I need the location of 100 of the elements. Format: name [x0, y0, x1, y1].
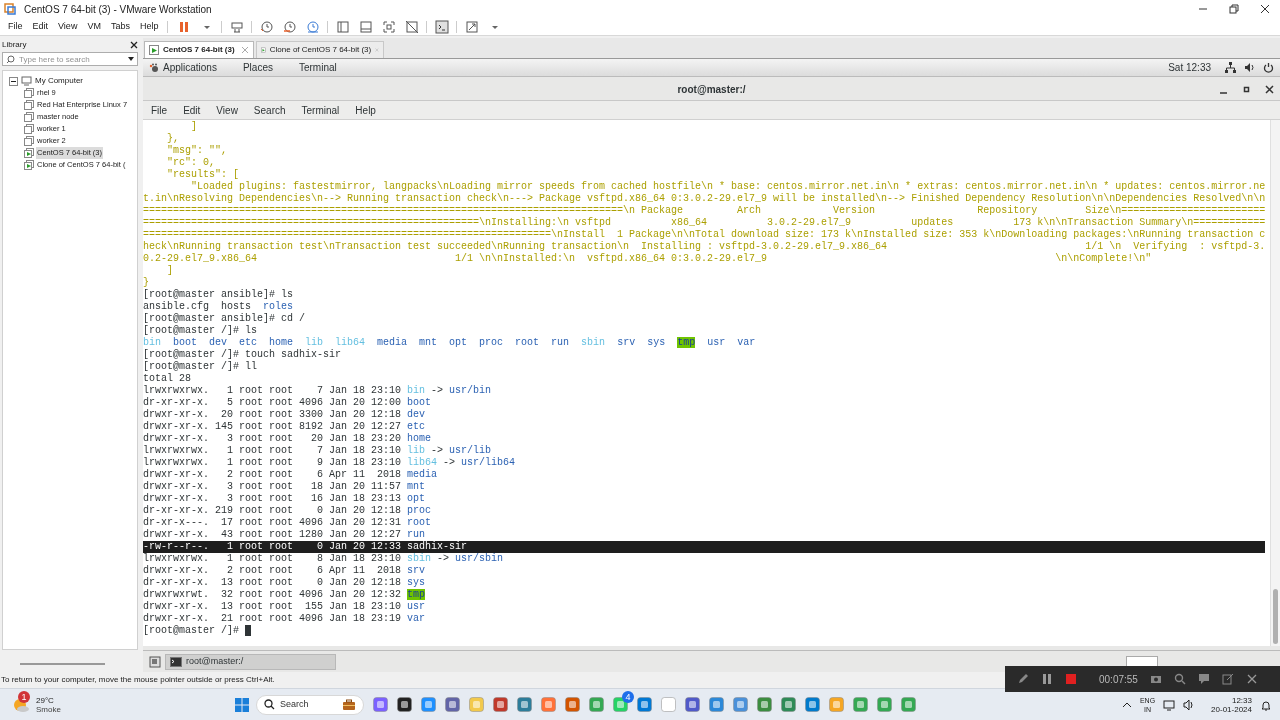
vm-tab[interactable]: CentOS 7 64-bit (3) [144, 41, 254, 58]
terminal-line: drwxrwxrwt. 32 root root 4096 Jan 20 12:32 tmp [143, 589, 426, 601]
snapshot-icon[interactable] [259, 19, 274, 34]
menu-item[interactable]: Tabs [106, 19, 134, 34]
thumbnail-view-icon[interactable] [358, 19, 373, 34]
tree-item[interactable]: My Computer [35, 75, 83, 87]
terminal-line: drwxr-xr-x. 21 root root 4096 Jan 18 23:19 var [143, 613, 426, 625]
terminal-line: ================================================================================\n Package Arch Version Repository Size\n======================== [143, 205, 1266, 217]
horizontal-scrollbar[interactable] [20, 663, 105, 665]
terminal-line: lrwxrwxrwx. 1 root root 7 Jan 18 23:10 bin -> usr/bin [143, 385, 492, 397]
terminal-line: "msg": "", [166, 145, 227, 157]
notification-badge: 4 [622, 691, 634, 703]
terminal-line: drwxr-xr-x. 2 root root 6 Apr 11 2018 media [143, 469, 438, 481]
terminal-line: ansible.cfg hosts roles [143, 301, 294, 313]
window-title: root@master:/ [677, 83, 746, 97]
show-desktop-icon[interactable] [149, 655, 161, 668]
close-icon[interactable] [1265, 85, 1274, 94]
terminal-line: [root@master /]# ls [143, 325, 258, 337]
panel-title: Library [2, 39, 27, 51]
power-icon[interactable] [1263, 62, 1274, 73]
clock-date[interactable]: 20-01-2024 [1211, 704, 1252, 714]
menu-item[interactable]: View [54, 19, 82, 34]
stop-icon[interactable] [1065, 673, 1077, 685]
menu-item[interactable]: File [4, 19, 27, 34]
taskbar-button[interactable]: root@master:/ [165, 653, 336, 670]
menu-item[interactable]: Help [351, 102, 380, 118]
terminal-line: heck\nRunning transaction test\nTransaction test succeeded\nRunning transaction\n Installing : vsftpd-3.0.2-29.el7_9.x86_64 1/1 \n Verifying : vsftpd-3. [143, 241, 1266, 253]
zoom-icon[interactable] [1173, 673, 1186, 685]
terminal-line: drwxr-xr-x. 13 root root 155 Jan 18 23:10 usr [143, 601, 426, 613]
restore-icon[interactable] [1228, 4, 1239, 14]
terminal-line: drwxr-xr-x. 43 root root 1280 Jan 20 12:27 run [143, 529, 426, 541]
maximize-icon[interactable] [1242, 85, 1251, 94]
workspace-indicator[interactable] [1126, 655, 1158, 668]
edit-icon[interactable] [1221, 673, 1234, 685]
comment-icon[interactable] [1197, 673, 1210, 685]
search-field[interactable]: Type here to search [2, 52, 138, 66]
display-icon[interactable] [1163, 698, 1176, 711]
clock[interactable]: Sat 12:33 [1168, 60, 1211, 75]
weather-text: Smoke [36, 704, 61, 714]
status-text: To return to your computer, move the mouse pointer outside or press Ctrl+Alt. [1, 674, 275, 686]
menu-item[interactable]: Help [135, 19, 163, 34]
menu-item[interactable]: View [212, 102, 242, 118]
search-icon [6, 55, 15, 64]
terminal-line: t.in\nResolving Dependencies\n--> Running transaction check\n---> Package vsftpd.x86_64 0:3.0.2-29.el7_9 will be installed\n--> Finished Dependency Resolution\n\nDependencies Resolved\n\n [143, 193, 1266, 205]
pause-icon[interactable] [1041, 673, 1053, 685]
search-field[interactable]: Search [256, 694, 364, 715]
terminal-line: "Loaded plugins: fastestmirror, langpacks\nLoading mirror speeds from cached hostfile\n * base: centos.mirror.net.in\n * extras: centos.mirror.net.in\n * updates: centos.mirror.ne [190, 181, 1266, 193]
terminal-line: "results": [ [166, 169, 239, 181]
sidebar-view-icon[interactable] [335, 19, 350, 34]
menu-item[interactable]: Edit [179, 102, 205, 118]
terminal-line: } [143, 277, 149, 289]
terminal-line: drwxr-xr-x. 145 root root 8192 Jan 20 12:27 etc [143, 421, 426, 433]
scrollbar-thumb[interactable] [1273, 589, 1278, 644]
app-icon[interactable] [396, 696, 413, 713]
expander-icon[interactable] [9, 76, 18, 86]
close-icon[interactable] [130, 41, 138, 49]
running-vm-icon [261, 45, 266, 55]
terminal-line: ] [190, 121, 197, 133]
terminal-line: }, [166, 133, 179, 145]
close-icon[interactable] [1259, 4, 1270, 14]
terminal-line: [root@master ansible]# ls [143, 289, 294, 301]
terminal-line: "rc": 0, [166, 157, 215, 169]
terminal-line: [root@master /]# touch sadhix-sir [143, 349, 342, 361]
clock-time[interactable]: 12:33 [1231, 695, 1252, 705]
menu-item[interactable]: Search [249, 102, 290, 118]
console-icon[interactable] [434, 19, 449, 34]
terminal-line: lrwxrwxrwx. 1 root root 8 Jan 18 23:10 sbin -> usr/sbin [143, 553, 504, 565]
terminal-line: lrwxrwxrwx. 1 root root 7 Jan 18 23:10 lib -> usr/lib [143, 445, 492, 457]
menu-item[interactable]: File [147, 102, 172, 118]
terminal-line: total 28 [143, 373, 191, 385]
start-icon[interactable] [234, 696, 250, 713]
terminal-line: ========================================================\nInstalling:\n vsftpd x86_64 3.0.2-29.el7_9 updates 173 k\n\nTransaction Summary\n============ [143, 217, 1266, 229]
menu-item[interactable]: Terminal [297, 102, 344, 118]
full-screen-icon[interactable] [381, 19, 396, 34]
terminal-line: drwxr-xr-x. 2 root root 6 Apr 11 2018 srv [143, 565, 426, 577]
stretch-icon[interactable] [464, 19, 479, 34]
terminal-line: ====================================================================\nInstall 1 Package\n\nTotal download size: 173 k\nInstalled size: 353 k\nDownloading packages:\nRunning transaction c [143, 229, 1266, 241]
menu-item[interactable]: Places [242, 60, 273, 75]
menu-item[interactable]: VM [83, 19, 105, 34]
bell-icon[interactable] [1260, 698, 1272, 711]
terminal-line: 0.2-29.el7_9.x86_64 1/1 \n\nInstalled:\n vsftpd.x86_64 0:3.0.2-29.el7_9 \n\nComplete!\n" [143, 253, 1152, 265]
close-tab-icon[interactable] [241, 46, 249, 54]
terminal-line: drwxr-xr-x. 3 root root 20 Jan 18 23:20 home [143, 433, 432, 445]
terminal-line: dr-xr-xr-x. 13 root root 0 Jan 20 12:18 sys [143, 577, 426, 589]
network-icon[interactable] [1225, 62, 1236, 73]
menu-item[interactable]: Edit [28, 19, 53, 34]
volume-icon[interactable] [1183, 698, 1196, 711]
terminal-line: bin boot dev etc home lib lib64 media mnt opt proc root run sbin srv sys tmp usr var [143, 337, 756, 349]
dropdown-caret-icon[interactable] [127, 55, 135, 63]
camera-icon[interactable] [1149, 673, 1162, 685]
terminal-line: [root@master /]# ll [143, 361, 258, 373]
volume-icon[interactable] [1244, 62, 1255, 73]
terminal-line: dr-xr-xr-x. 5 root root 4096 Jan 20 12:00 boot [143, 397, 432, 409]
vm-tab[interactable]: Clone of CentOS 7 64-bit (3) [256, 41, 384, 58]
search-icon [264, 699, 275, 710]
computer-icon [21, 76, 32, 86]
terminal-line: drwxr-xr-x. 3 root root 18 Jan 20 11:57 mnt [143, 481, 426, 493]
menu-item[interactable]: Terminal [298, 60, 337, 75]
recording-timer: 00:07:55 [1099, 672, 1138, 687]
menu-item[interactable]: Applications [163, 60, 217, 75]
